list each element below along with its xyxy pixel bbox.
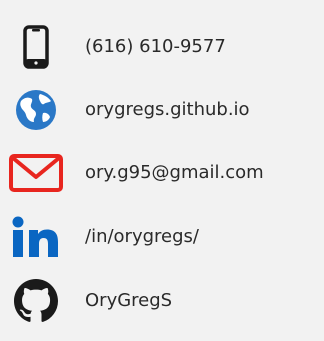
linkedin-icon bbox=[0, 209, 72, 265]
contact-row-phone[interactable]: (616) 610-9577 bbox=[0, 19, 324, 75]
contact-row-github[interactable]: OryGregS bbox=[0, 273, 324, 329]
contact-list: (616) 610-9577 orygregs.github.io ory.g9… bbox=[0, 0, 324, 341]
contact-row-email[interactable]: ory.g95@gmail.com bbox=[0, 145, 324, 201]
phone-number[interactable]: (616) 610-9577 bbox=[85, 19, 226, 75]
github-icon bbox=[0, 273, 72, 329]
github-username[interactable]: OryGregS bbox=[85, 273, 172, 329]
contact-row-website[interactable]: orygregs.github.io bbox=[0, 82, 324, 138]
envelope-icon bbox=[0, 145, 72, 201]
contact-row-linkedin[interactable]: /in/orygregs/ bbox=[0, 209, 324, 265]
linkedin-handle[interactable]: /in/orygregs/ bbox=[85, 209, 199, 265]
website-link[interactable]: orygregs.github.io bbox=[85, 82, 250, 138]
globe-icon bbox=[0, 82, 72, 138]
email-address[interactable]: ory.g95@gmail.com bbox=[85, 145, 264, 201]
phone-icon bbox=[0, 19, 72, 75]
